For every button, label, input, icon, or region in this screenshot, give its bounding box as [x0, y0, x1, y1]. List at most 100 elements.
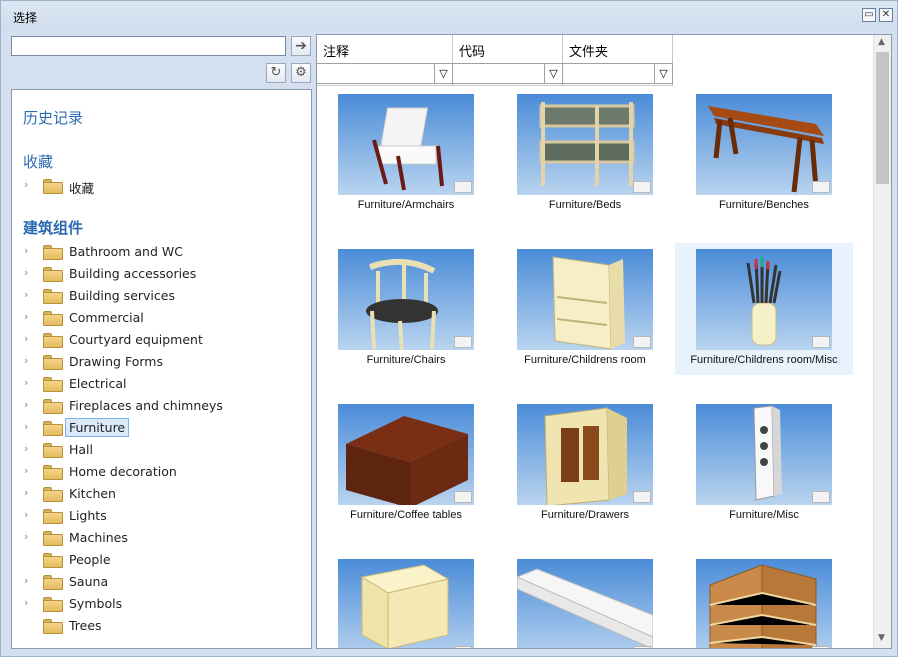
chevron-right-icon[interactable]: › — [24, 266, 28, 279]
thumbnail-tile[interactable] — [496, 553, 674, 648]
tree-item[interactable]: › Bathroom and WC — [12, 241, 311, 263]
tree-item[interactable]: › 收藏 — [12, 175, 311, 197]
scroll-thumb[interactable] — [876, 52, 889, 184]
tree-item[interactable]: › Hall — [12, 439, 311, 461]
tree-item-label: Electrical — [69, 376, 127, 391]
pin-icon[interactable]: ▭ — [862, 8, 876, 22]
chevron-right-icon[interactable]: › — [24, 508, 28, 521]
chevron-right-icon[interactable]: › — [24, 178, 28, 191]
tree-item-label: Lights — [69, 508, 107, 523]
tree-item-label: Bathroom and WC — [69, 244, 183, 259]
folder-badge-icon — [454, 491, 472, 503]
chevron-right-icon[interactable]: › — [24, 244, 28, 257]
folder-icon — [43, 289, 63, 304]
left-panel: ➔ ↻ ⚙ 历史记录 收藏 建筑组件 › 收藏 › Bathroom and WC › B… — [9, 32, 312, 649]
tile-caption: Furniture/Benches — [719, 199, 809, 211]
gear-icon[interactable]: ⚙ — [291, 63, 311, 83]
tile-caption: Furniture/Chairs — [366, 354, 446, 366]
folder-icon — [43, 597, 63, 612]
tile-caption: Furniture/Beds — [548, 199, 622, 211]
folder-badge-icon — [633, 646, 651, 648]
tree-item-label: Symbols — [69, 596, 123, 611]
code-filter[interactable]: ▽ — [453, 63, 563, 84]
thumbnail-tile[interactable] — [675, 553, 853, 648]
tree-item[interactable]: › Home decoration — [12, 461, 311, 483]
favorites-heading[interactable]: 收藏 — [23, 151, 53, 172]
tree-item[interactable]: › Furniture — [12, 417, 311, 439]
filter-icon[interactable]: ▽ — [544, 64, 562, 83]
thumbnail-tile[interactable]: Furniture/Benches — [675, 88, 853, 220]
chevron-right-icon[interactable]: › — [24, 464, 28, 477]
wall-shelf-icon — [517, 559, 653, 648]
go-arrow-button[interactable]: ➔ — [291, 36, 311, 56]
bench-icon — [696, 94, 832, 195]
tree-item[interactable]: People — [12, 549, 311, 571]
chevron-right-icon[interactable]: › — [24, 574, 28, 587]
column-code[interactable]: 代码 ▽ — [453, 35, 563, 86]
folder-icon — [43, 531, 63, 546]
folder-icon — [43, 311, 63, 326]
tree-item[interactable]: › Drawing Forms — [12, 351, 311, 373]
tree-item[interactable]: Trees — [12, 615, 311, 637]
chevron-right-icon[interactable]: › — [24, 442, 28, 455]
refresh-icon[interactable]: ↻ — [266, 63, 286, 83]
chevron-right-icon[interactable]: › — [24, 420, 28, 433]
column-notes-label: 注释 — [323, 45, 350, 60]
scroll-up-icon[interactable]: ▲ — [878, 37, 885, 47]
filter-icon[interactable]: ▽ — [654, 64, 672, 83]
thumbnail-tile[interactable]: Furniture/Chairs — [317, 243, 495, 375]
tree-item[interactable]: › Courtyard equipment — [12, 329, 311, 351]
folder-icon — [43, 465, 63, 480]
column-folder[interactable]: 文件夹 ▽ — [563, 35, 673, 86]
window-title: 选择 — [13, 11, 38, 25]
chevron-right-icon[interactable]: › — [24, 288, 28, 301]
folder-badge-icon — [812, 491, 830, 503]
tree-item[interactable]: › Sauna — [12, 571, 311, 593]
tree-item[interactable]: › Building services — [12, 285, 311, 307]
tree-item[interactable]: › Fireplaces and chimneys — [12, 395, 311, 417]
chevron-right-icon[interactable]: › — [24, 486, 28, 499]
tree-item[interactable]: › Lights — [12, 505, 311, 527]
close-icon[interactable]: ✕ — [879, 8, 893, 22]
selection-window: 选择 ▭ ✕ ➔ ↻ ⚙ 历史记录 收藏 建筑组件 › 收藏 › Bathroom a… — [0, 0, 898, 657]
chevron-right-icon[interactable]: › — [24, 332, 28, 345]
column-code-label: 代码 — [459, 45, 486, 60]
chevron-right-icon[interactable]: › — [24, 596, 28, 609]
thumbnail-tile[interactable]: Furniture/Drawers — [496, 398, 674, 530]
vertical-scrollbar[interactable]: ▲ ▼ — [873, 35, 891, 648]
chevron-right-icon[interactable]: › — [24, 376, 28, 389]
tree-item-label: Courtyard equipment — [69, 332, 203, 347]
chevron-right-icon[interactable]: › — [24, 398, 28, 411]
column-folder-label: 文件夹 — [569, 45, 609, 60]
folder-icon — [43, 443, 63, 458]
notes-filter[interactable]: ▽ — [317, 63, 453, 84]
tree-item[interactable]: › Kitchen — [12, 483, 311, 505]
tree-item[interactable]: › Building accessories — [12, 263, 311, 285]
building-components-heading[interactable]: 建筑组件 — [23, 217, 83, 238]
folder-icon — [43, 245, 63, 260]
search-input[interactable] — [11, 36, 286, 56]
tree-item[interactable]: › Commercial — [12, 307, 311, 329]
tree-item-label: Building accessories — [69, 266, 197, 281]
thumbnail-tile[interactable]: Furniture/Misc — [675, 398, 853, 530]
filter-icon[interactable]: ▽ — [434, 64, 452, 83]
chevron-right-icon[interactable]: › — [24, 530, 28, 543]
column-notes[interactable]: 注释 ▽ — [317, 35, 453, 86]
tree-item[interactable]: › Machines — [12, 527, 311, 549]
folder-filter[interactable]: ▽ — [563, 63, 673, 84]
tree-item[interactable]: › Electrical — [12, 373, 311, 395]
chevron-right-icon[interactable]: › — [24, 310, 28, 323]
thumbnail-tile[interactable]: Furniture/Beds — [496, 88, 674, 220]
thumbnail-tile[interactable] — [317, 553, 495, 648]
thumbnail-tile[interactable]: Furniture/Coffee tables — [317, 398, 495, 530]
scroll-down-icon[interactable]: ▼ — [878, 633, 885, 643]
tree-item[interactable]: › Symbols — [12, 593, 311, 615]
folder-icon — [43, 333, 63, 348]
tile-caption: Furniture/Coffee tables — [350, 509, 462, 521]
thumbnail-tile[interactable]: Furniture/Childrens room/Misc — [675, 243, 853, 375]
thumbnail-tile[interactable]: Furniture/Childrens room — [496, 243, 674, 375]
chevron-right-icon[interactable]: › — [24, 354, 28, 367]
tree-item-label: Hall — [69, 442, 94, 457]
history-heading[interactable]: 历史记录 — [23, 107, 83, 128]
thumbnail-tile[interactable]: Furniture/Armchairs — [317, 88, 495, 220]
